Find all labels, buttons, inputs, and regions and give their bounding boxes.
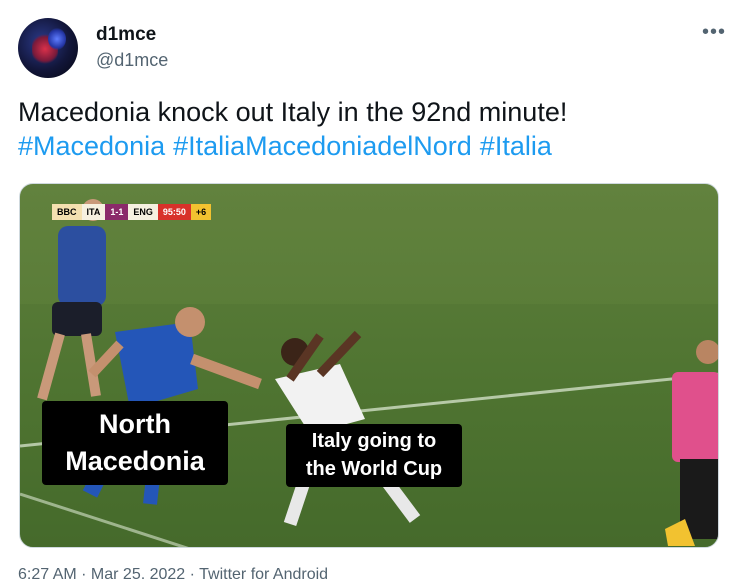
caption-right-line2: the World Cup [305,458,443,480]
tweet-card: d1mce @d1mce ••• Macedonia knock out Ita… [0,0,750,579]
author-names: d1mce @d1mce [96,24,168,72]
more-horizontal-icon[interactable]: ••• [702,22,726,42]
broadcaster-logo: BBC [52,204,82,220]
avatar[interactable] [18,18,78,78]
tweet-header: d1mce @d1mce ••• [18,18,732,78]
hashtag-link[interactable]: #Italia [480,131,552,161]
hashtag-link[interactable]: #ItaliaMacedoniadelNord [173,131,472,161]
tweet-meta: 6:27 AM · Mar 25, 2022 · Twitter for And… [18,566,329,579]
match-clock: 95:50 [157,204,191,220]
caption-right-line1: Italy going to [311,430,437,452]
meme-caption-left: North Macedonia [42,401,228,485]
tweet-text: Macedonia knock out Italy in the 92nd mi… [18,95,730,163]
hashtag-link[interactable]: #Macedonia [18,131,165,161]
added-time: +6 [190,204,212,220]
tweet-body: Macedonia knock out Italy in the 92nd mi… [18,97,568,127]
team-away: ENG [128,204,158,220]
caption-left-line1: North [99,409,171,439]
tv-scorebug: BBC ITA 1-1 ENG 95:50 +6 [52,204,212,220]
tweet-image[interactable]: BBC ITA 1-1 ENG 95:50 +6 North Macedonia… [19,183,719,548]
team-home: ITA [81,204,106,220]
hashtag-list: #Macedonia #ItaliaMacedoniadelNord #Italia [18,129,730,163]
match-score: 1-1 [105,204,129,220]
display-name[interactable]: d1mce [96,24,168,46]
caption-left-line2: Macedonia [65,446,205,476]
meme-caption-right: Italy going to the World Cup [286,424,462,487]
players-illustration [37,199,718,546]
assistant-referee [665,340,718,546]
user-handle[interactable]: @d1mce [96,48,168,72]
